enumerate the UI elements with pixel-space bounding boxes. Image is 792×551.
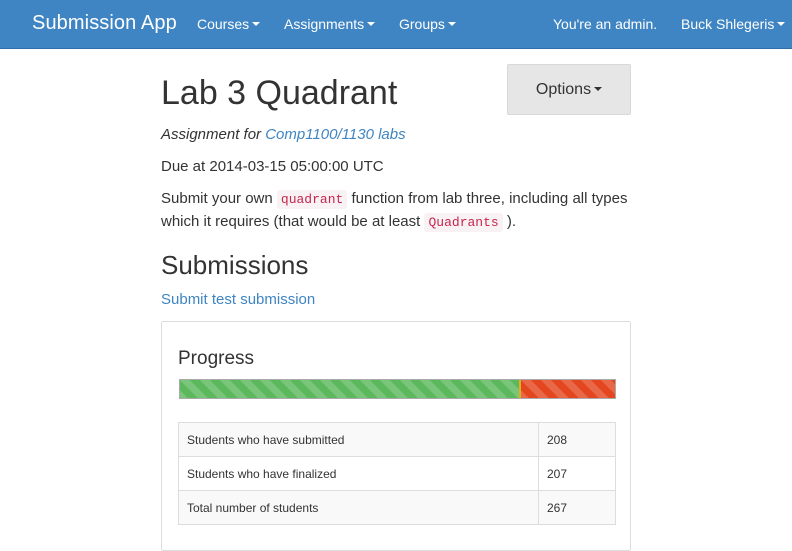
stat-value: 267 <box>538 490 616 525</box>
description-text: ). <box>506 213 517 230</box>
caret-down-icon <box>447 22 456 27</box>
stat-label: Total number of students <box>178 490 539 525</box>
page-title: Lab 3 Quadrant <box>161 74 398 112</box>
nav-courses-label: Courses <box>197 16 250 32</box>
progress-bar-remaining <box>518 380 615 398</box>
stats-table: Students who have submitted 208 Students… <box>178 422 616 525</box>
progress-panel: Progress Students who have submitted 208… <box>161 321 631 551</box>
assignment-course-line: Assignment for Comp1100/1130 labs <box>161 126 406 143</box>
caret-down-icon <box>367 22 376 27</box>
options-dropdown-button[interactable]: Options <box>507 64 631 115</box>
stat-label: Students who have finalized <box>178 456 539 491</box>
nav-assignments-dropdown[interactable]: Assignments <box>284 16 376 32</box>
progress-bar-submitted <box>180 380 519 398</box>
submit-test-submission-link[interactable]: Submit test submission <box>161 291 315 308</box>
stat-value: 208 <box>538 422 616 457</box>
navbar: Submission App Courses Assignments Group… <box>0 0 792 49</box>
description-text: Submit your own <box>161 190 273 207</box>
admin-status-text: You're an admin. <box>553 16 658 32</box>
user-name-label: Buck Shlegeris <box>681 16 775 32</box>
nav-groups-label: Groups <box>399 16 445 32</box>
code-quadrant: quadrant <box>276 190 348 209</box>
due-date: Due at 2014-03-15 05:00:00 UTC <box>161 158 384 175</box>
nav-groups-dropdown[interactable]: Groups <box>399 16 456 32</box>
assignment-description: Submit your own quadrant function from l… <box>161 188 631 234</box>
caret-down-icon <box>594 86 603 91</box>
code-quadrants: Quadrants <box>424 213 503 232</box>
options-label: Options <box>535 80 592 98</box>
stat-value: 207 <box>538 456 616 491</box>
table-row: Students who have finalized 207 <box>178 456 616 491</box>
assignment-for-prefix: Assignment for <box>161 126 262 143</box>
caret-down-icon <box>777 22 786 27</box>
nav-assignments-label: Assignments <box>284 16 365 32</box>
table-row: Total number of students 267 <box>178 490 616 525</box>
progress-bar <box>179 379 616 399</box>
brand-link[interactable]: Submission App <box>32 12 177 35</box>
table-row: Students who have submitted 208 <box>178 422 616 457</box>
nav-courses-dropdown[interactable]: Courses <box>197 16 261 32</box>
course-link[interactable]: Comp1100/1130 labs <box>265 126 405 143</box>
submissions-heading: Submissions <box>161 250 309 280</box>
stat-label: Students who have submitted <box>178 422 539 457</box>
user-menu-dropdown[interactable]: Buck Shlegeris <box>681 16 786 32</box>
progress-title: Progress <box>178 348 255 369</box>
caret-down-icon <box>252 22 261 27</box>
